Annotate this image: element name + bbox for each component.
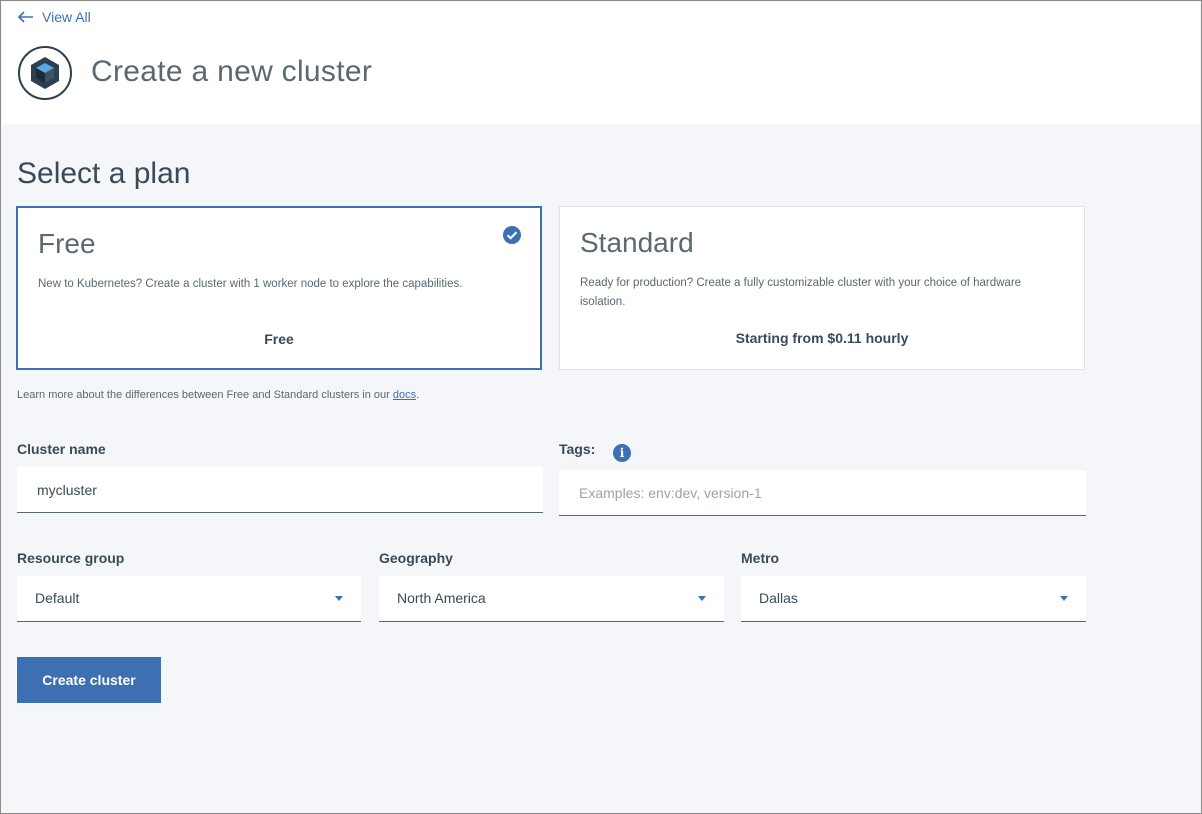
resource-group-value: Default xyxy=(35,590,80,606)
chevron-down-icon xyxy=(335,596,343,601)
info-icon[interactable]: i xyxy=(613,444,631,462)
create-cluster-button[interactable]: Create cluster xyxy=(17,657,161,703)
select-plan-heading: Select a plan xyxy=(17,157,191,190)
view-all-link[interactable]: View All xyxy=(18,9,91,25)
learn-more-end: . xyxy=(416,389,420,401)
geography-value: North America xyxy=(397,590,486,606)
checkmark-icon xyxy=(503,226,521,244)
page-title: Create a new cluster xyxy=(91,55,373,88)
metro-value: Dallas xyxy=(759,590,798,606)
docs-link[interactable]: docs xyxy=(393,389,416,401)
resource-group-select[interactable]: Default xyxy=(17,576,361,622)
metro-label: Metro xyxy=(741,550,780,566)
chevron-down-icon xyxy=(698,596,706,601)
view-all-label: View All xyxy=(42,9,91,25)
tags-input[interactable] xyxy=(559,470,1086,516)
learn-more-text: Learn more about the differences between… xyxy=(17,389,419,401)
geography-label: Geography xyxy=(379,550,453,566)
kubernetes-cluster-icon xyxy=(18,46,72,100)
arrow-left-icon xyxy=(18,11,33,23)
resource-group-label: Resource group xyxy=(17,550,125,566)
learn-more-label: Learn more about the differences between… xyxy=(17,389,393,401)
geography-select[interactable]: North America xyxy=(379,576,724,622)
page-frame: View All Create a new cluster Select a p… xyxy=(0,0,1202,814)
plan-description: New to Kubernetes? Create a cluster with… xyxy=(38,278,463,290)
tags-label: Tags: xyxy=(559,441,596,457)
plan-name: Free xyxy=(38,228,96,259)
page-header: View All Create a new cluster xyxy=(2,2,1200,124)
plan-description: Ready for production? Create a fully cus… xyxy=(580,277,1022,308)
chevron-down-icon xyxy=(1060,596,1068,601)
cluster-name-label: Cluster name xyxy=(17,441,106,457)
metro-select[interactable]: Dallas xyxy=(741,576,1086,622)
cluster-name-input[interactable] xyxy=(17,467,543,513)
plan-card-free[interactable]: Free New to Kubernetes? Create a cluster… xyxy=(16,206,542,370)
plan-name: Standard xyxy=(580,227,694,258)
plan-card-standard[interactable]: Standard Ready for production? Create a … xyxy=(559,206,1085,370)
plan-price: Free xyxy=(264,331,294,347)
plan-price: Starting from $0.11 hourly xyxy=(735,330,909,346)
